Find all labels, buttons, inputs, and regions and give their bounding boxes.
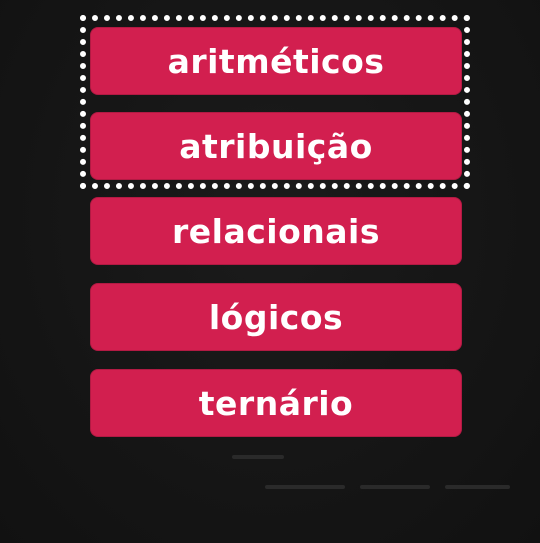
operator-item-label: atribuição (179, 126, 373, 166)
operator-item-aritmeticos: aritméticos (90, 27, 462, 95)
faded-caption-artifact (232, 455, 284, 459)
operator-item-logicos: lógicos (90, 283, 462, 351)
operator-item-label: ternário (198, 383, 354, 423)
operator-item-relacionais: relacionais (90, 197, 462, 265)
operator-item-label: lógicos (208, 297, 344, 337)
faded-caption-artifact (445, 485, 510, 489)
faded-caption-artifact (265, 485, 345, 489)
operator-item-label: aritméticos (167, 41, 385, 81)
operator-item-label: relacionais (172, 211, 380, 251)
operator-item-atribuicao: atribuição (90, 112, 462, 180)
operator-item-ternario: ternário (90, 369, 462, 437)
video-frame: aritméticos atribuição relacionais lógic… (0, 0, 540, 543)
faded-caption-artifact (360, 485, 430, 489)
